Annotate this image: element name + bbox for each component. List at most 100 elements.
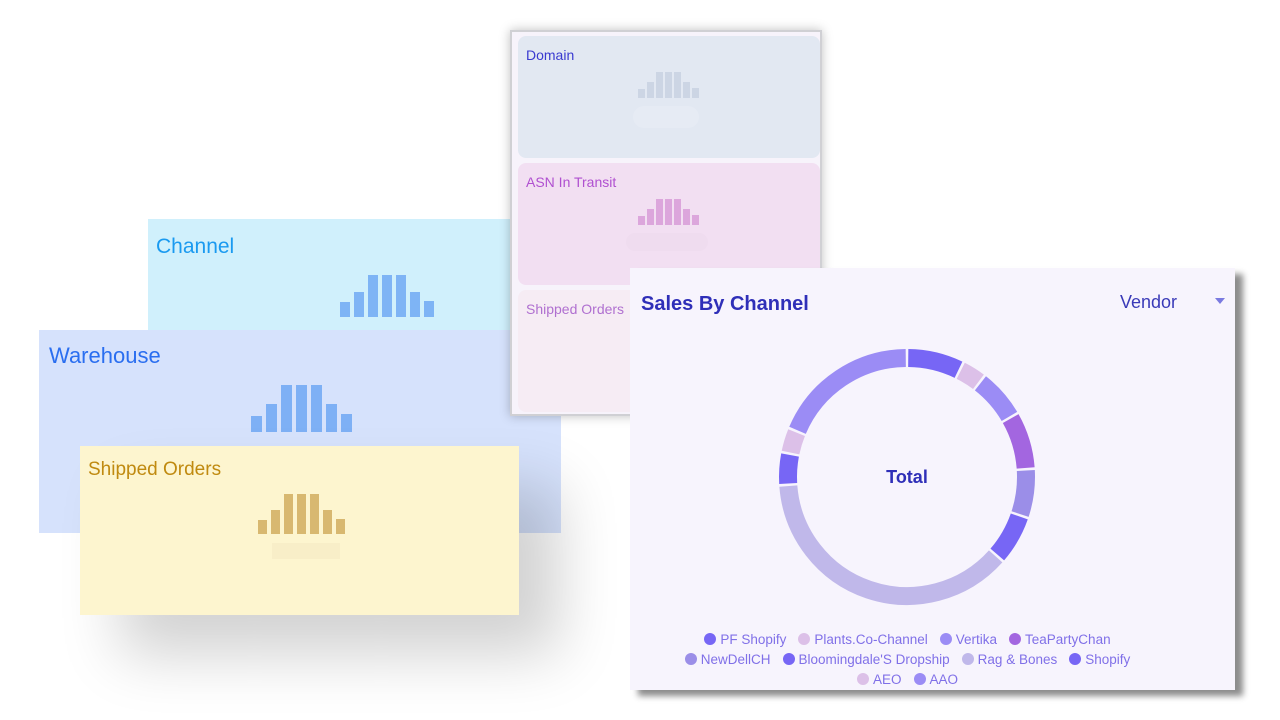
legend-item[interactable]: NewDellCH	[684, 650, 771, 668]
donut-slice[interactable]	[907, 349, 963, 378]
bar	[396, 275, 406, 317]
bar	[382, 275, 392, 317]
sales-title: Sales By Channel	[641, 293, 809, 315]
bar	[692, 88, 699, 98]
bar	[271, 510, 280, 534]
chevron-down-icon[interactable]	[1215, 298, 1225, 304]
bar	[647, 209, 654, 225]
legend-label: TeaPartyChan	[1025, 631, 1111, 647]
channel-title: Channel	[156, 235, 235, 258]
bar	[311, 385, 322, 432]
legend-item[interactable]: AEO	[856, 670, 902, 688]
bar-chart-icon	[638, 199, 699, 225]
shipped-orders-card[interactable]: Shipped Orders	[80, 446, 519, 615]
bar	[424, 301, 434, 317]
legend-item[interactable]: Plants.Co-Channel	[798, 630, 928, 648]
bar	[683, 82, 690, 98]
legend-label: PF Shopify	[720, 631, 787, 647]
donut-slice[interactable]	[789, 349, 907, 435]
legend-item[interactable]: Rag & Bones	[961, 650, 1058, 668]
bar	[296, 385, 307, 432]
bar	[638, 215, 645, 225]
bar	[323, 510, 332, 534]
bar	[297, 494, 306, 534]
legend-label: Plants.Co-Channel	[814, 631, 928, 647]
bar	[251, 415, 262, 432]
shipped-orders-tile-title: Shipped Orders	[526, 301, 625, 317]
legend-label: Vertika	[955, 631, 998, 647]
bar	[692, 215, 699, 225]
legend-label: AAO	[929, 671, 959, 687]
legend-dot-icon	[1069, 653, 1082, 665]
legend-item[interactable]: Bloomingdale'S Dropship	[782, 650, 950, 668]
bar	[281, 385, 292, 432]
chart-legend: PF Shopify Plants.Co-Channel Vertika TeaPar…	[660, 630, 1155, 688]
domain-title: Domain	[526, 47, 575, 63]
bar	[683, 209, 690, 225]
bar	[326, 403, 337, 432]
legend-dot-icon	[913, 673, 926, 685]
bar	[656, 72, 663, 98]
bar	[674, 199, 681, 225]
bar	[368, 275, 378, 317]
legend-label: Bloomingdale'S Dropship	[798, 651, 950, 667]
legend-dot-icon	[961, 653, 974, 665]
asn-in-transit-tile[interactable]: ASN In Transit	[518, 163, 820, 285]
legend-label: Rag & Bones	[977, 651, 1058, 667]
bar	[310, 494, 319, 534]
channel-card[interactable]: Channel	[148, 219, 561, 331]
sales-by-channel-card: Sales By Channel Vendor Total PF Shopify…	[630, 268, 1235, 690]
loading-placeholder	[626, 233, 708, 251]
bar-chart-icon	[251, 385, 352, 432]
loading-placeholder	[633, 106, 699, 128]
bar	[647, 82, 654, 98]
legend-dot-icon	[782, 653, 795, 665]
legend-dot-icon	[704, 633, 717, 645]
donut-slice[interactable]	[779, 485, 1003, 605]
donut-chart: Total	[779, 349, 1035, 605]
legend-dot-icon	[1009, 633, 1022, 645]
legend-item[interactable]: Vertika	[939, 630, 998, 648]
bar	[336, 518, 345, 534]
legend-item[interactable]: Shopify	[1069, 650, 1130, 668]
legend-label: AEO	[872, 671, 902, 687]
bar	[258, 520, 267, 534]
bar-chart-icon	[340, 275, 434, 317]
donut-slice[interactable]	[956, 362, 984, 390]
legend-item[interactable]: PF Shopify	[704, 630, 786, 648]
legend-dot-icon	[939, 633, 952, 645]
legend-dot-icon	[798, 633, 811, 645]
legend-item[interactable]: AAO	[913, 670, 959, 688]
shipped-orders-title: Shipped Orders	[88, 459, 222, 480]
legend-dot-icon	[856, 673, 869, 685]
donut-slice[interactable]	[781, 429, 806, 455]
bar	[284, 494, 293, 534]
bar	[674, 72, 681, 98]
domain-tile[interactable]: Domain	[518, 36, 820, 158]
bar-chart-icon	[258, 494, 345, 534]
legend-label: Shopify	[1085, 651, 1131, 667]
vendor-dropdown[interactable]: Vendor	[1120, 292, 1177, 313]
bar	[266, 403, 277, 432]
donut-slice[interactable]	[779, 453, 799, 485]
donut-slice[interactable]	[990, 513, 1028, 561]
donut-slice[interactable]	[974, 376, 1018, 422]
donut-slice[interactable]	[1002, 414, 1035, 469]
loading-placeholder	[272, 543, 340, 559]
bar	[410, 291, 420, 317]
legend-dot-icon	[684, 653, 697, 665]
legend-item[interactable]: TeaPartyChan	[1009, 630, 1111, 648]
donut-slice[interactable]	[1011, 469, 1035, 517]
bar	[354, 291, 364, 317]
bar	[665, 199, 672, 225]
bar	[656, 199, 663, 225]
bar	[341, 414, 352, 432]
bar	[638, 88, 645, 98]
bar-chart-icon	[638, 72, 699, 98]
warehouse-title: Warehouse	[49, 343, 161, 368]
legend-label: NewDellCH	[700, 651, 771, 667]
asn-title: ASN In Transit	[526, 174, 617, 190]
bar	[340, 302, 350, 317]
donut-center-label: Total	[886, 467, 928, 487]
bar	[665, 72, 672, 98]
